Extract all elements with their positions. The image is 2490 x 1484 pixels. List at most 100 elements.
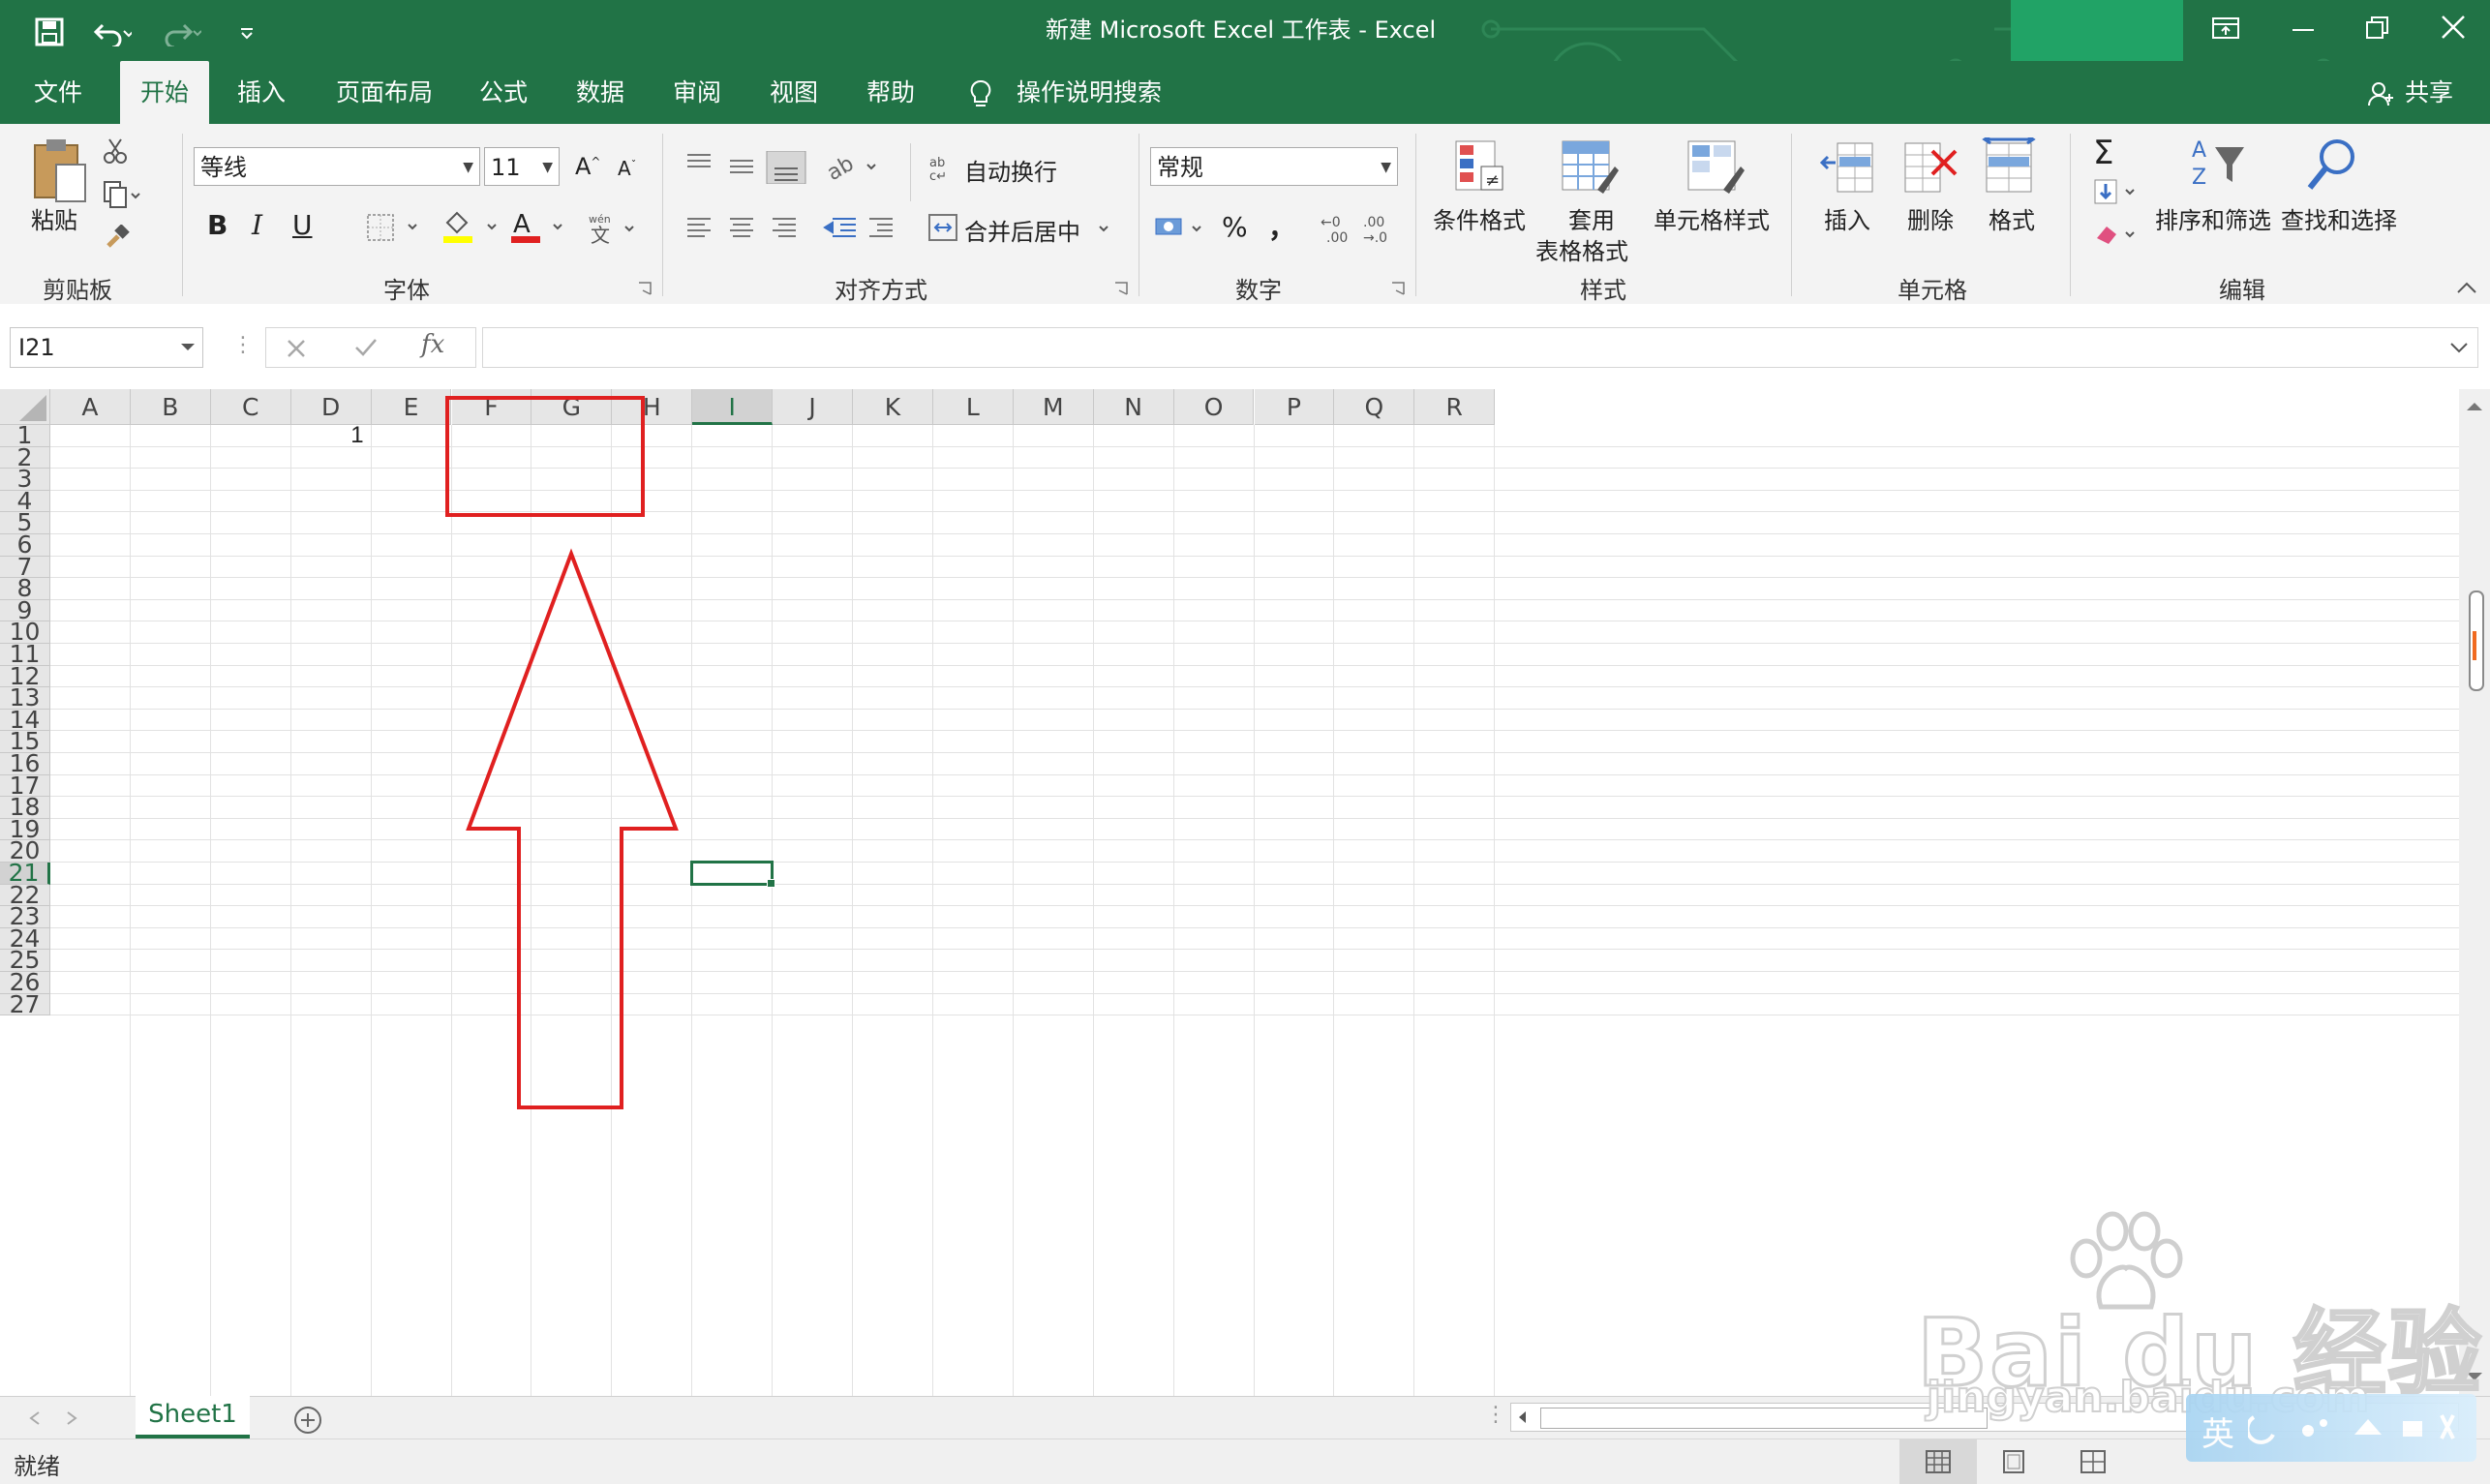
column-header-r[interactable]: R [1414, 389, 1496, 425]
select-all-button[interactable] [0, 389, 50, 425]
tab-home[interactable]: 开始 [120, 61, 209, 124]
scroll-up-icon[interactable] [2463, 397, 2486, 416]
percent-style-button[interactable]: % [1222, 211, 1248, 243]
borders-icon[interactable] [366, 213, 424, 242]
delete-cells-icon[interactable] [1901, 137, 1959, 197]
next-sheet-icon[interactable] [62, 1408, 81, 1428]
column-header-k[interactable]: K [853, 389, 933, 425]
orientation-icon[interactable]: ab [825, 151, 883, 184]
ime-tool-icons[interactable] [2248, 1409, 2461, 1448]
customize-qat-icon[interactable] [237, 23, 257, 43]
insert-function-button[interactable]: fx [421, 330, 444, 359]
copy-icon[interactable] [103, 180, 141, 209]
column-header-i[interactable]: I [692, 389, 774, 425]
find-select-icon[interactable] [2306, 136, 2358, 197]
column-header-f[interactable]: F [451, 389, 532, 425]
column-header-j[interactable]: J [773, 389, 853, 425]
dialog-launcher-icon[interactable] [1390, 281, 1406, 296]
ime-language[interactable]: 英 [2202, 1408, 2234, 1455]
font-size-combo[interactable]: 11 ▼ [484, 147, 560, 186]
dialog-launcher-icon[interactable] [637, 281, 653, 296]
dialog-launcher-icon[interactable] [1113, 281, 1129, 296]
tab-formulas[interactable]: 公式 [463, 61, 544, 124]
insert-cells-icon[interactable] [1818, 137, 1876, 197]
italic-button[interactable]: I [252, 209, 262, 241]
find-select-button[interactable]: 查找和选择 [2281, 201, 2397, 235]
sheet-tab-sheet1[interactable]: Sheet1 [136, 1396, 250, 1439]
page-layout-view-icon[interactable] [2000, 1449, 2027, 1474]
format-painter-icon[interactable] [105, 225, 130, 250]
minimize-icon[interactable] [2289, 15, 2318, 45]
expand-formula-bar-icon[interactable] [2448, 340, 2470, 355]
cell-styles-button[interactable]: 单元格样式 [1654, 201, 1770, 235]
format-as-table-icon[interactable] [1559, 137, 1619, 197]
vertical-align-icons[interactable] [685, 151, 811, 184]
name-box[interactable]: I21 [10, 327, 203, 368]
column-header-b[interactable]: B [130, 389, 211, 425]
column-header-m[interactable]: M [1013, 389, 1094, 425]
column-header-a[interactable]: A [50, 389, 131, 425]
normal-view-button[interactable] [1899, 1439, 1977, 1484]
horizontal-align-icons[interactable] [685, 211, 811, 244]
tab-insert[interactable]: 插入 [221, 61, 302, 124]
format-as-table-label1[interactable]: 套用 [1568, 201, 1615, 235]
autosum-icon[interactable]: Σ [2093, 134, 2113, 172]
format-as-table-label2[interactable]: 表格格式 [1535, 232, 1628, 266]
prev-sheet-icon[interactable] [25, 1408, 45, 1428]
row-header-27[interactable]: 27 [0, 992, 50, 1015]
merge-dropdown-icon[interactable] [1096, 221, 1115, 240]
column-header-h[interactable]: H [612, 389, 693, 425]
wrap-text-icon[interactable]: abc↵ [929, 153, 958, 182]
delete-cells-button[interactable]: 删除 [1907, 201, 1954, 235]
indent-icons[interactable] [823, 211, 900, 244]
column-header-q[interactable]: Q [1334, 389, 1415, 425]
restore-icon[interactable] [2362, 14, 2391, 43]
formula-input[interactable] [482, 327, 2478, 368]
underline-button[interactable]: U [292, 209, 313, 241]
cancel-icon[interactable] [286, 338, 307, 359]
paste-label[interactable]: 粘贴 [31, 201, 77, 235]
fill-handle[interactable] [767, 878, 776, 888]
merge-center-button[interactable]: 合并后居中 [964, 213, 1080, 247]
phonetic-guide-icon[interactable]: wén 文 [587, 211, 641, 244]
format-cells-icon[interactable] [1981, 137, 2039, 197]
column-header-e[interactable]: E [371, 389, 452, 425]
decrease-font-icon[interactable]: Aˇ [618, 157, 636, 180]
column-header-o[interactable]: O [1173, 389, 1255, 425]
column-header-d[interactable]: D [290, 389, 372, 425]
vertical-scrollbar[interactable] [2459, 389, 2490, 1396]
active-cell[interactable] [690, 861, 776, 888]
increase-font-icon[interactable]: A^ [575, 153, 600, 180]
conditional-formatting-button[interactable]: 条件格式 [1433, 201, 1526, 235]
tab-help[interactable]: 帮助 [850, 61, 931, 124]
tab-file[interactable]: 文件 [17, 61, 99, 124]
scroll-left-icon[interactable] [1515, 1409, 1531, 1425]
tell-me-search[interactable]: 操作说明搜索 [1007, 61, 1171, 124]
accounting-format-icon[interactable] [1154, 213, 1212, 244]
tab-review[interactable]: 审阅 [656, 61, 738, 124]
scroll-thumb[interactable] [2469, 591, 2484, 691]
ribbon-display-options-icon[interactable] [2211, 15, 2242, 43]
save-icon[interactable] [35, 17, 64, 46]
conditional-formatting-icon[interactable]: ≠ [1452, 137, 1508, 197]
add-sheet-icon[interactable] [292, 1405, 323, 1436]
paste-icon[interactable] [29, 137, 89, 205]
merge-center-icon[interactable] [927, 213, 960, 242]
fill-color-icon[interactable] [441, 209, 509, 244]
tab-split-handle[interactable]: ⋮ [1485, 1403, 1506, 1427]
sort-filter-icon[interactable]: AZ [2190, 136, 2248, 197]
column-header-n[interactable]: N [1093, 389, 1174, 425]
cut-icon[interactable] [103, 137, 128, 165]
sort-filter-button[interactable]: 排序和筛选 [2155, 201, 2271, 235]
undo-icon[interactable] [93, 17, 132, 46]
column-header-c[interactable]: C [210, 389, 291, 425]
cell-d1[interactable]: 1 [291, 424, 363, 447]
column-header-l[interactable]: L [932, 389, 1014, 425]
page-break-view-icon[interactable] [2080, 1449, 2107, 1474]
tab-data[interactable]: 数据 [560, 61, 641, 124]
clear-icon[interactable] [2093, 221, 2141, 250]
tab-view[interactable]: 视图 [753, 61, 835, 124]
enter-icon[interactable] [353, 336, 379, 359]
wrap-text-button[interactable]: 自动换行 [964, 153, 1057, 187]
comma-style-button[interactable]: ， [1268, 207, 1295, 246]
